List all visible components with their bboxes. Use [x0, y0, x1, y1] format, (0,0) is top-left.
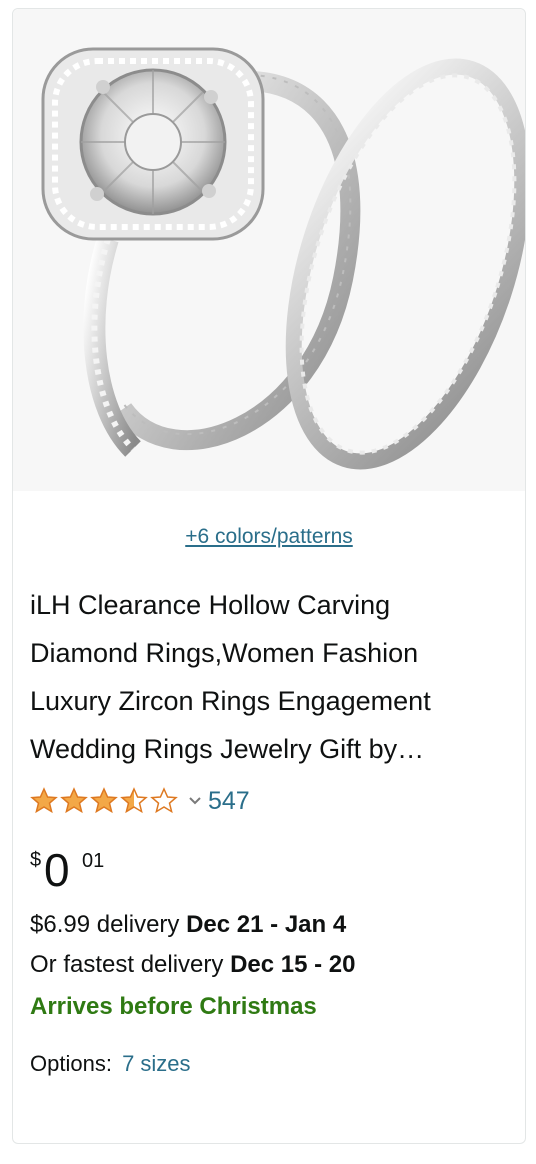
arrives-before-christmas: Arrives before Christmas [30, 993, 317, 1020]
fastest-delivery-dates: Dec 15 - 20 [230, 951, 356, 978]
delivery-cost: $6.99 delivery [30, 911, 187, 938]
options-sizes-link[interactable]: 7 sizes [122, 1051, 190, 1076]
product-title-line: Wedding Rings Jewelry Gift by… [30, 734, 425, 764]
chevron-down-icon[interactable] [188, 796, 202, 806]
rating-row[interactable]: 547 [30, 781, 250, 821]
star-icon [60, 787, 88, 814]
delivery-line: $6.99 delivery Dec 21 - Jan 4 [30, 905, 516, 945]
review-count-link[interactable]: 547 [208, 787, 250, 816]
product-title-line: Diamond Rings,Women Fashion [30, 638, 419, 668]
star-icon [30, 787, 58, 814]
star-icon [150, 787, 178, 814]
options-row: Options: 7 sizes [30, 1051, 191, 1077]
product-card[interactable]: +6 colors/patterns iLH Clearance Hollow … [12, 8, 526, 1144]
star-icon [120, 787, 148, 814]
colors-patterns-link[interactable]: +6 colors/patterns [13, 525, 525, 549]
rings-image [41, 47, 525, 470]
product-image[interactable] [13, 9, 525, 491]
price-fraction: 01 [82, 850, 105, 872]
fastest-delivery-prefix: Or fastest delivery [30, 951, 231, 978]
options-label: Options: [30, 1051, 112, 1076]
star-icon [90, 787, 118, 814]
price-symbol: $ [30, 849, 42, 871]
fastest-delivery-line: Or fastest delivery Dec 15 - 20 [30, 945, 516, 985]
product-title-line: iLH Clearance Hollow Carving [30, 590, 391, 620]
delivery-dates: Dec 21 - Jan 4 [186, 911, 347, 938]
product-title-line: Luxury Zircon Rings Engagement [30, 686, 431, 716]
product-title[interactable]: iLH Clearance Hollow Carving Diamond Rin… [30, 581, 516, 773]
price-whole: 0 [44, 844, 70, 896]
star-rating[interactable] [30, 787, 180, 815]
